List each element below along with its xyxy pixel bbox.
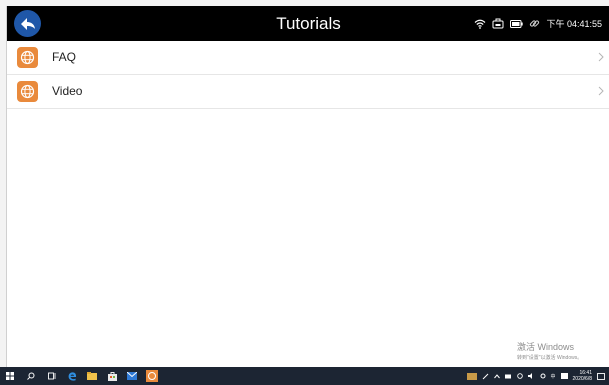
keyboard-tray-icon[interactable] [466,372,477,380]
mail-icon[interactable] [127,370,137,382]
battery-icon [510,19,524,28]
store-icon[interactable] [107,370,117,382]
title-bar: Tutorials 下午 04:41:55 [7,6,609,41]
pen-icon[interactable] [482,373,489,380]
task-view-icon[interactable] [47,370,57,382]
taskbar-clock[interactable]: 16:41 2020/6/8 [573,370,592,382]
globe-icon [17,81,38,102]
ime-indicator[interactable]: 中 [551,373,556,380]
list-item-label: FAQ [52,50,77,64]
clock-date: 2020/6/8 [572,376,592,382]
chevron-up-icon[interactable] [493,373,500,379]
watermark-line1: 激活 Windows [517,342,575,352]
status-time: 下午 04:41:55 [546,19,602,29]
taskbar: 中 16:41 2020/6/8 [0,367,609,385]
chevron-right-icon [598,86,604,96]
list-item-faq[interactable]: FAQ [7,41,609,75]
list-item-label: Video [52,84,83,98]
volume-icon[interactable] [527,373,535,379]
system-tray: 中 16:41 2020/6/8 [466,367,605,385]
active-app-icon[interactable] [146,370,158,382]
activation-watermark: 激活 Windows 转到"设置"以激活 Windows。 [517,340,582,361]
screen-frame: Tutorials 下午 04:41:55 FAQ Video 激活 Windo… [0,0,609,385]
watermark-line2: 转到"设置"以激活 Windows。 [517,355,583,361]
app-window: Tutorials 下午 04:41:55 FAQ Video 激活 Windo… [6,6,609,367]
device-icon [492,18,504,29]
search-icon[interactable] [26,370,36,382]
settings-tray-icon[interactable] [540,373,546,379]
list-item-video[interactable]: Video [7,75,609,109]
network-icon[interactable] [516,373,523,379]
status-bar: 下午 04:41:55 [474,6,602,41]
edge-browser-icon[interactable] [67,370,77,382]
link-icon [530,20,540,27]
wifi-icon [475,19,486,29]
windows-start-icon[interactable] [5,370,15,382]
input-grid-icon[interactable] [560,373,568,379]
globe-icon [17,47,38,68]
tray-battery-icon[interactable] [504,374,512,379]
tutorial-list: FAQ Video [7,41,609,109]
file-explorer-icon[interactable] [87,370,97,382]
chevron-right-icon [598,52,604,62]
notification-icon[interactable] [597,372,605,380]
